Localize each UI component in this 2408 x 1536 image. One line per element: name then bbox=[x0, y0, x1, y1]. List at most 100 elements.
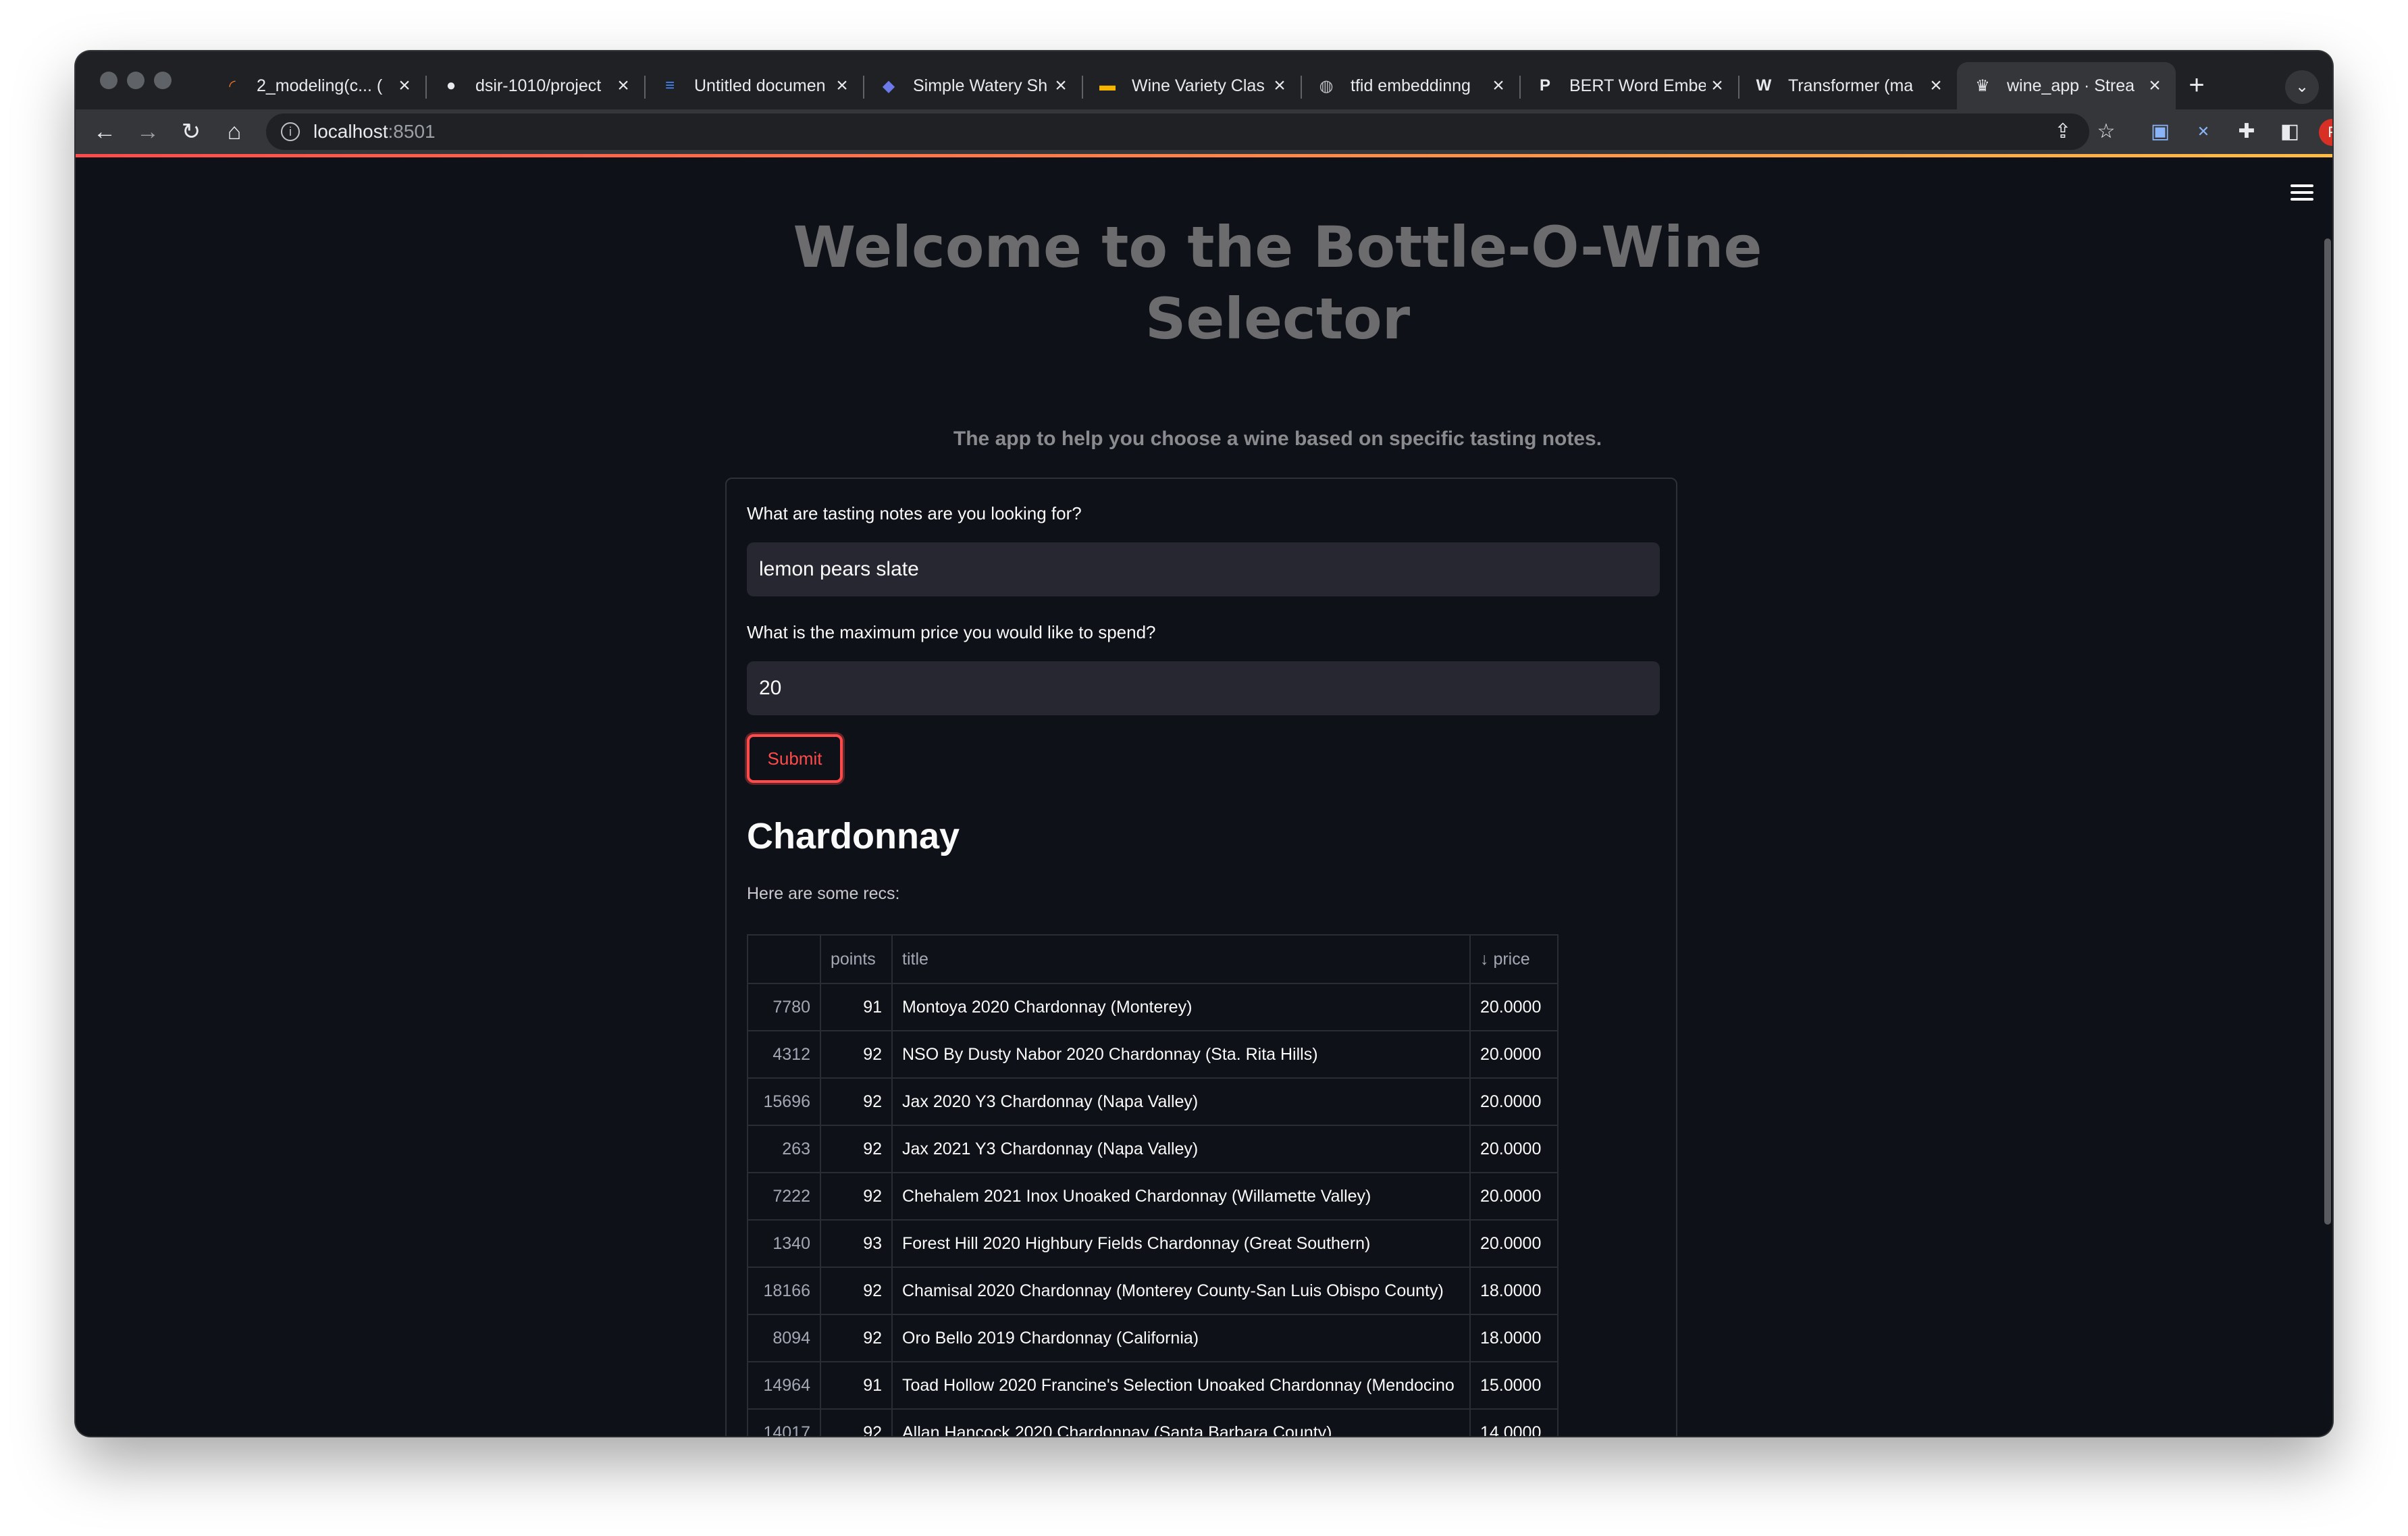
points-cell[interactable]: 91 bbox=[820, 1362, 891, 1408]
title-cell[interactable]: Chamisal 2020 Chardonnay (Monterey Count… bbox=[891, 1268, 1469, 1314]
row-index-cell[interactable]: 18166 bbox=[748, 1268, 820, 1314]
price-cell[interactable]: 18.0000 bbox=[1469, 1315, 1557, 1361]
home-icon[interactable]: ⌂ bbox=[217, 115, 251, 149]
table-row[interactable]: 7780 91 Montoya 2020 Chardonnay (Monterey)… bbox=[748, 983, 1557, 1030]
tab-strip: ◜ 2_modeling(c... (× ● dsir-1010/project × ≡ U… bbox=[76, 51, 2332, 109]
row-index-cell[interactable]: 7222 bbox=[748, 1173, 820, 1219]
row-index-cell[interactable]: 15696 bbox=[748, 1079, 820, 1125]
browser-tab[interactable]: ◜ 2_modeling(c... (× bbox=[207, 62, 425, 109]
browser-tab[interactable]: ◆ Simple Watery Sh × bbox=[863, 62, 1082, 109]
minimize-window-button[interactable] bbox=[127, 72, 145, 89]
row-index-cell[interactable]: 8094 bbox=[748, 1315, 820, 1361]
title-cell[interactable]: Forest Hill 2020 Highbury Fields Chardon… bbox=[891, 1221, 1469, 1266]
tab-close-icon[interactable]: × bbox=[1706, 74, 1729, 97]
submit-button[interactable]: Submit bbox=[747, 734, 843, 783]
table-row[interactable]: 8094 92 Oro Bello 2019 Chardonnay (Califor… bbox=[748, 1314, 1557, 1361]
tab-close-icon[interactable]: × bbox=[1487, 74, 1510, 97]
price-cell[interactable]: 20.0000 bbox=[1469, 1173, 1557, 1219]
tab-close-icon[interactable]: × bbox=[2143, 74, 2166, 97]
title-cell[interactable]: Montoya 2020 Chardonnay (Monterey) bbox=[891, 984, 1469, 1030]
tab-close-icon[interactable]: × bbox=[612, 74, 635, 97]
scrollbar[interactable] bbox=[2324, 238, 2331, 1225]
zoom-window-button[interactable] bbox=[154, 72, 172, 89]
tab-search-chevron-down-icon[interactable]: ⌄ bbox=[2285, 70, 2319, 104]
browser-tab[interactable]: W Transformer (ma × bbox=[1738, 62, 1957, 109]
points-cell[interactable]: 92 bbox=[820, 1410, 891, 1436]
title-cell[interactable]: Chehalem 2021 Inox Unoaked Chardonnay (W… bbox=[891, 1173, 1469, 1219]
table-row[interactable]: 7222 92 Chehalem 2021 Inox Unoaked Chardon… bbox=[748, 1172, 1557, 1219]
browser-tab[interactable]: ≡ Untitled documen × bbox=[644, 62, 863, 109]
price-cell[interactable]: 20.0000 bbox=[1469, 984, 1557, 1030]
price-cell[interactable]: 20.0000 bbox=[1469, 1221, 1557, 1266]
tab-separator bbox=[425, 76, 427, 99]
forward-arrow-icon[interactable]: → bbox=[131, 115, 165, 149]
points-cell[interactable]: 93 bbox=[820, 1221, 891, 1266]
browser-tab[interactable]: ♛ wine_app · Strea × bbox=[1957, 62, 2176, 109]
hamburger-menu-icon[interactable] bbox=[2291, 184, 2313, 202]
points-cell[interactable]: 92 bbox=[820, 1173, 891, 1219]
browser-tab[interactable]: ● dsir-1010/project × bbox=[425, 62, 644, 109]
table-row[interactable]: 4312 92 NSO By Dusty Nabor 2020 Chardonnay… bbox=[748, 1030, 1557, 1077]
site-info-icon[interactable]: i bbox=[281, 122, 300, 141]
row-index-cell[interactable]: 4312 bbox=[748, 1031, 820, 1077]
recommendations-table[interactable]: points title ↓ price 7780 91 Montoya 2020 … bbox=[747, 934, 1559, 1436]
tab-close-icon[interactable]: × bbox=[1268, 74, 1291, 97]
price-cell[interactable]: 20.0000 bbox=[1469, 1079, 1557, 1125]
row-index-cell[interactable]: 263 bbox=[748, 1126, 820, 1172]
new-tab-button[interactable]: + bbox=[2181, 70, 2212, 101]
tasting-notes-input[interactable]: lemon pears slate bbox=[747, 542, 1660, 596]
tab-close-icon[interactable]: × bbox=[1049, 74, 1072, 97]
address-bar[interactable]: i localhost:8501 bbox=[266, 113, 2089, 150]
column-header-price[interactable]: ↓ price bbox=[1469, 936, 1557, 983]
title-cell[interactable]: Toad Hollow 2020 Francine's Selection Un… bbox=[891, 1362, 1469, 1408]
reload-icon[interactable]: ↻ bbox=[174, 115, 208, 149]
extensions-puzzle-icon[interactable]: ✚ bbox=[2232, 118, 2261, 146]
extension-shield-icon[interactable]: ▣ bbox=[2146, 118, 2174, 146]
price-cell[interactable]: 18.0000 bbox=[1469, 1268, 1557, 1314]
row-index-cell[interactable]: 1340 bbox=[748, 1221, 820, 1266]
table-row[interactable]: 15696 92 Jax 2020 Y3 Chardonnay (Napa Vall… bbox=[748, 1077, 1557, 1125]
points-cell[interactable]: 92 bbox=[820, 1031, 891, 1077]
table-row[interactable]: 18166 92 Chamisal 2020 Chardonnay (Montere… bbox=[748, 1266, 1557, 1314]
back-arrow-icon[interactable]: ← bbox=[88, 115, 122, 149]
row-index-cell[interactable]: 14964 bbox=[748, 1362, 820, 1408]
title-cell[interactable]: NSO By Dusty Nabor 2020 Chardonnay (Sta.… bbox=[891, 1031, 1469, 1077]
tab-close-icon[interactable]: × bbox=[393, 74, 416, 97]
points-cell[interactable]: 92 bbox=[820, 1315, 891, 1361]
table-row[interactable]: 263 92 Jax 2021 Y3 Chardonnay (Napa Valley… bbox=[748, 1125, 1557, 1172]
title-cell[interactable]: Allan Hancock 2020 Chardonnay (Santa Bar… bbox=[891, 1410, 1469, 1436]
share-icon[interactable]: ⇪ bbox=[2049, 118, 2077, 146]
bookmark-star-icon[interactable]: ☆ bbox=[2092, 118, 2120, 146]
points-cell[interactable]: 92 bbox=[820, 1079, 891, 1125]
tab-close-icon[interactable]: × bbox=[831, 74, 854, 97]
price-cell[interactable]: 14.0000 bbox=[1469, 1410, 1557, 1436]
browser-tab[interactable]: ▬ Wine Variety Clas × bbox=[1082, 62, 1301, 109]
p-icon: P bbox=[1539, 76, 1550, 95]
row-index-cell[interactable]: 14017 bbox=[748, 1410, 820, 1437]
side-panel-icon[interactable]: ◧ bbox=[2276, 118, 2304, 146]
extension-x-icon[interactable]: ✕ bbox=[2189, 118, 2218, 146]
title-cell[interactable]: Jax 2020 Y3 Chardonnay (Napa Valley) bbox=[891, 1079, 1469, 1125]
points-cell[interactable]: 92 bbox=[820, 1126, 891, 1172]
price-cell[interactable]: 15.0000 bbox=[1469, 1362, 1557, 1408]
browser-tab[interactable]: P BERT Word Embe × bbox=[1519, 62, 1738, 109]
price-cell[interactable]: 20.0000 bbox=[1469, 1031, 1557, 1077]
google-docs-icon: ≡ bbox=[664, 76, 675, 95]
title-cell[interactable]: Jax 2021 Y3 Chardonnay (Napa Valley) bbox=[891, 1126, 1469, 1172]
column-header-index[interactable] bbox=[748, 936, 820, 983]
table-row[interactable]: 14017 92 Allan Hancock 2020 Chardonnay (Sa… bbox=[748, 1408, 1557, 1436]
column-header-title[interactable]: title bbox=[891, 936, 1469, 983]
close-window-button[interactable] bbox=[100, 72, 117, 89]
table-row[interactable]: 1340 93 Forest Hill 2020 Highbury Fields C… bbox=[748, 1219, 1557, 1266]
table-row[interactable]: 14964 91 Toad Hollow 2020 Francine's Selec… bbox=[748, 1361, 1557, 1408]
max-price-input[interactable]: 20 bbox=[747, 661, 1660, 715]
row-index-cell[interactable]: 7780 bbox=[748, 984, 820, 1030]
tab-close-icon[interactable]: × bbox=[1925, 74, 1947, 97]
browser-tab[interactable]: ◍ tfid embeddinng × bbox=[1301, 62, 1519, 109]
price-cell[interactable]: 20.0000 bbox=[1469, 1126, 1557, 1172]
points-cell[interactable]: 92 bbox=[820, 1268, 891, 1314]
title-cell[interactable]: Oro Bello 2019 Chardonnay (California) bbox=[891, 1315, 1469, 1361]
points-cell[interactable]: 91 bbox=[820, 984, 891, 1030]
column-header-points[interactable]: points bbox=[820, 936, 891, 983]
profile-avatar[interactable]: F bbox=[2319, 119, 2332, 146]
